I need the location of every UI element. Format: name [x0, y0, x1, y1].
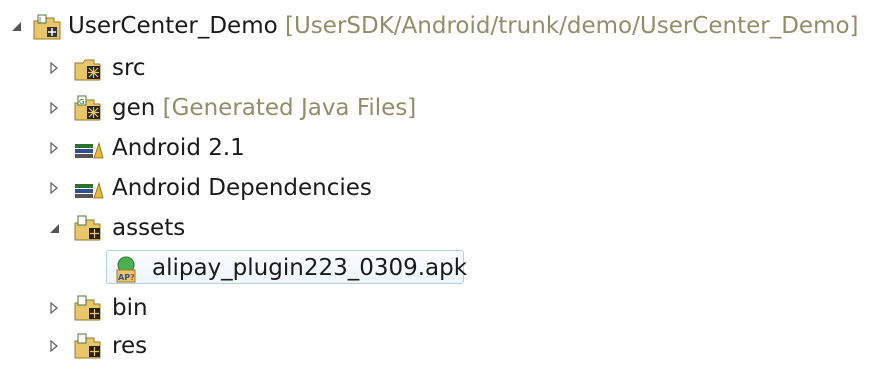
folder-icon [74, 215, 104, 243]
gen-decoration: [Generated Java Files] [162, 95, 417, 121]
library-icon [74, 135, 104, 163]
package-explorer-tree: J UserCenter_Demo [UserSDK/Android/trunk… [0, 0, 887, 359]
android-2-1-label: Android 2.1 [112, 135, 245, 161]
collapsed-arrow-icon[interactable] [46, 60, 62, 76]
folder-icon [74, 333, 104, 361]
android-dependencies-label: Android Dependencies [112, 175, 372, 201]
bin-label: bin [112, 295, 148, 321]
collapsed-arrow-icon[interactable] [46, 180, 62, 196]
tree-row-android-dependencies[interactable]: Android Dependencies [0, 168, 887, 208]
collapsed-arrow-icon[interactable] [46, 300, 62, 316]
svg-text:AP: AP [118, 273, 130, 282]
library-icon [74, 175, 104, 203]
project-label: UserCenter_Demo [UserSDK/Android/trunk/d… [68, 13, 859, 39]
tree-row-bin[interactable]: bin [0, 288, 887, 328]
tree-item-label: Android 2.1 [112, 135, 245, 161]
project-name: UserCenter_Demo [68, 13, 278, 39]
collapsed-arrow-icon[interactable] [46, 338, 62, 354]
assets-label: assets [112, 215, 185, 241]
tree-item-label: alipay_plugin223_0309.apk [152, 255, 468, 281]
tree-row-res[interactable]: res [0, 326, 887, 366]
apk-file-icon: AP ? [112, 255, 142, 283]
svg-text:G: G [79, 98, 84, 106]
folder-icon [74, 295, 104, 323]
tree-item-label: gen [112, 95, 156, 121]
tree-item-label: src [112, 55, 146, 81]
src-label: src [112, 55, 146, 81]
svg-text:J: J [38, 16, 41, 24]
expanded-arrow-icon[interactable] [46, 220, 62, 236]
svg-text:?: ? [130, 273, 135, 282]
tree-row-assets[interactable]: assets [0, 208, 887, 248]
project-path-decoration: [UserSDK/Android/trunk/demo/UserCenter_D… [285, 13, 859, 39]
collapsed-arrow-icon[interactable] [46, 140, 62, 156]
tree-item-label: bin [112, 295, 148, 321]
tree-row-project[interactable]: J UserCenter_Demo [UserSDK/Android/trunk… [0, 6, 887, 46]
tree-row-src[interactable]: src [0, 48, 887, 88]
apk-file-label: alipay_plugin223_0309.apk [152, 255, 467, 281]
source-folder-icon [74, 55, 104, 83]
res-label: res [112, 333, 147, 359]
tree-item-label: assets [112, 215, 186, 241]
generated-folder-icon: G [74, 95, 104, 123]
tree-item-label: res [112, 333, 148, 359]
tree-row-apk-file[interactable]: AP ? alipay_plugin223_0309.apk [0, 248, 887, 288]
tree-item-label: Android Dependencies [112, 175, 372, 201]
collapsed-arrow-icon[interactable] [46, 100, 62, 116]
tree-row-gen[interactable]: G gen [Generated Java Files] [0, 88, 887, 128]
project-folder-icon: J [32, 13, 62, 41]
expanded-arrow-icon[interactable] [8, 18, 24, 34]
gen-label: gen [Generated Java Files] [112, 95, 416, 121]
tree-row-android-2-1[interactable]: Android 2.1 [0, 128, 887, 168]
